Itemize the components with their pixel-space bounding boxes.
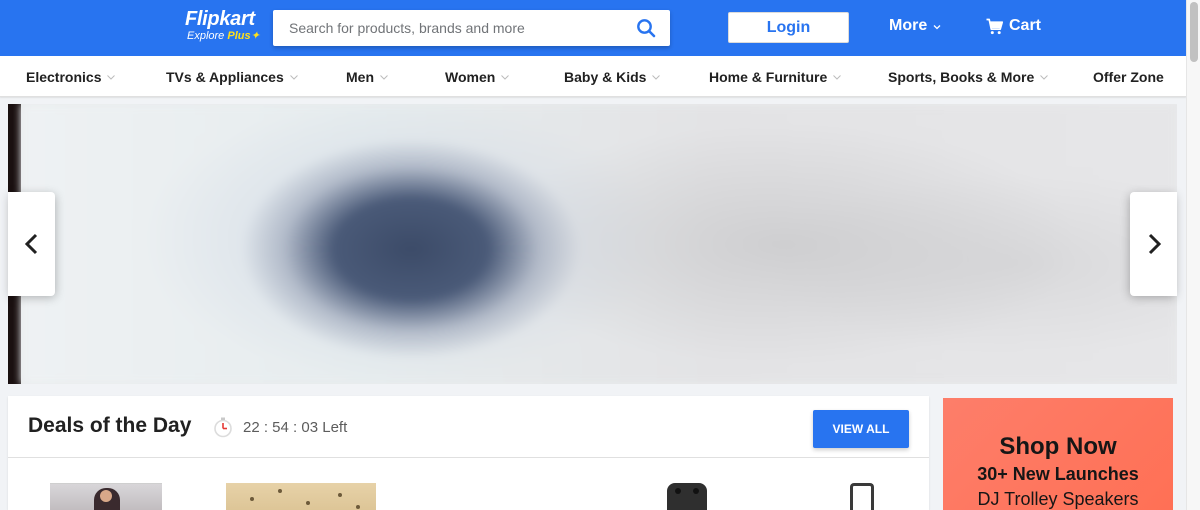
stopwatch-icon [214,417,232,438]
banner-next-button[interactable] [1130,192,1177,296]
category-tvs-appliances[interactable]: TVs & Appliances [166,69,298,85]
cart-link[interactable]: Cart [986,17,1041,35]
top-header: Flipkart Explore Plus✦ Login More Cart [0,0,1186,56]
login-button[interactable]: Login [728,12,849,43]
category-label: TVs & Appliances [166,69,284,85]
chevron-down-icon [652,74,661,80]
chevron-down-icon [833,74,842,80]
category-baby-kids[interactable]: Baby & Kids [564,69,661,85]
view-all-button[interactable]: VIEW ALL [813,410,909,448]
page-scrollbar[interactable] [1186,0,1200,510]
cart-label: Cart [1009,17,1042,34]
deal-product-image[interactable] [667,483,707,510]
more-label: More [889,17,928,34]
scrollbar-thumb[interactable] [1190,2,1198,62]
banner-image [21,104,1177,384]
ad-content: Shop Now 30+ New Launches DJ Trolley Spe… [943,398,1173,510]
category-men[interactable]: Men [346,69,388,85]
product-pattern [306,501,310,505]
ad-line-2: DJ Trolley Speakers [977,489,1139,509]
category-label: Electronics [26,69,102,85]
chevron-left-icon [24,233,37,255]
category-label: Men [346,69,374,85]
category-sports-books-more[interactable]: Sports, Books & More [888,69,1049,85]
category-electronics[interactable]: Electronics [26,69,116,85]
deals-title: Deals of the Day [28,414,192,437]
logo-tagline-plus: Plus [227,30,251,42]
ad-title: Shop Now [999,433,1117,460]
trolley-handle [850,483,874,510]
chevron-down-icon [933,25,941,30]
logo-tagline-explore: Explore [187,30,225,42]
ad-line-1: 30+ New Launches [977,464,1139,484]
banner-prev-button[interactable] [8,192,55,296]
cart-icon [986,18,1003,34]
flipkart-logo[interactable]: Flipkart Explore Plus✦ [185,8,260,43]
chevron-down-icon [380,74,388,80]
search-bar [273,10,670,46]
category-offer-zone[interactable]: Offer Zone [1093,69,1164,85]
chevron-down-icon [289,74,298,80]
chevron-right-icon [1148,233,1161,255]
promo-ad-card[interactable]: Shop Now 30+ New Launches DJ Trolley Spe… [943,398,1173,510]
chevron-down-icon [107,74,116,80]
category-nav: Electronics TVs & Appliances Men Women B… [0,56,1186,97]
product-detail [675,488,681,494]
logo-text: Flipkart [185,8,255,30]
product-pattern [278,489,282,493]
category-label: Women [445,69,496,85]
product-pattern [356,505,360,509]
category-label: Home & Furniture [709,69,828,85]
search-input[interactable] [273,10,623,46]
deal-product-image[interactable] [226,483,376,510]
product-shape [667,483,707,510]
hero-banner[interactable] [8,104,1177,384]
deal-product-image[interactable] [50,483,162,510]
deals-of-the-day: Deals of the Day 22 : 54 : 03 Left VIEW … [8,396,929,510]
plus-star-icon: ✦ [250,30,260,42]
deals-header: Deals of the Day 22 : 54 : 03 Left VIEW … [8,396,929,458]
category-label: Baby & Kids [564,69,647,85]
search-icon[interactable] [636,18,656,38]
product-pattern [338,493,342,497]
category-label: Offer Zone [1093,69,1164,85]
category-home-furniture[interactable]: Home & Furniture [709,69,842,85]
product-figure-face [100,490,112,502]
deals-timer: 22 : 54 : 03 Left [243,419,348,436]
deal-product-image[interactable] [846,483,878,510]
more-menu[interactable]: More [889,17,941,35]
product-detail [693,488,699,494]
chevron-down-icon [1040,74,1049,80]
chevron-down-icon [501,74,510,80]
product-pattern [250,497,254,501]
logo-tagline: Explore Plus✦ [187,30,260,43]
category-women[interactable]: Women [445,69,510,85]
category-label: Sports, Books & More [888,69,1035,85]
